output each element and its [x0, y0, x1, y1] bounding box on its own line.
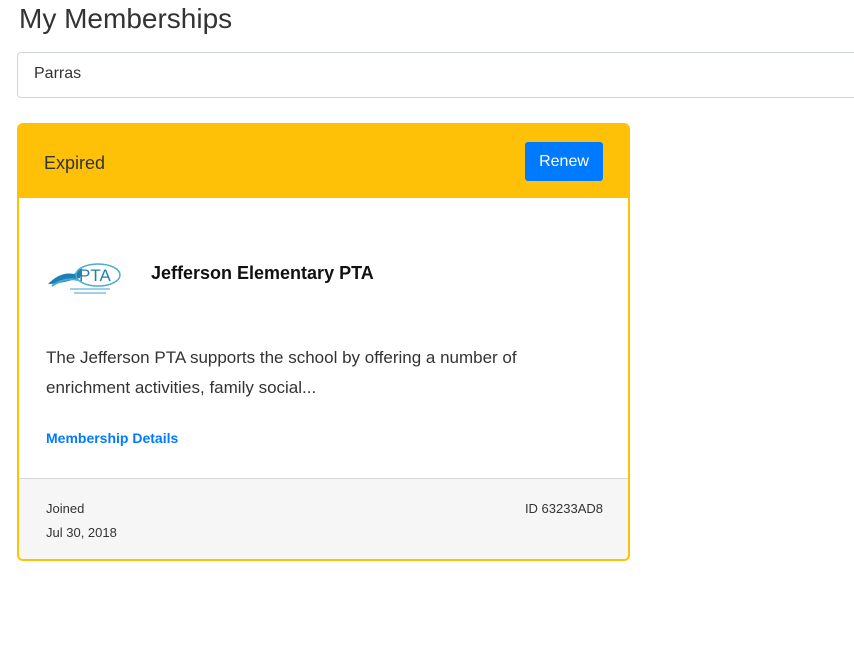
org-name: Jefferson Elementary PTA	[151, 263, 374, 283]
membership-filter-select[interactable]: Parras	[17, 52, 854, 98]
membership-card: Expired Renew PTA Jefferson Elementary P…	[17, 123, 630, 561]
pta-logo-icon: PTA	[46, 250, 128, 300]
filter-selected-value: Parras	[34, 65, 82, 82]
status-badge: Expired	[44, 153, 106, 173]
member-id: ID 63233AD8	[524, 501, 603, 516]
page: My Memberships Parras Expired Renew PTA …	[0, 0, 854, 654]
joined-label: Joined	[46, 501, 85, 516]
card-header: Expired Renew	[19, 125, 628, 198]
renew-button[interactable]: Renew	[525, 142, 603, 181]
card-footer: Joined Jul 30, 2018 ID 63233AD8	[19, 478, 628, 559]
logo-text: PTA	[79, 266, 111, 285]
joined-date: Jul 30, 2018	[46, 525, 117, 540]
org-description: The Jefferson PTA supports the school by…	[46, 348, 517, 397]
membership-details-link[interactable]: Membership Details	[46, 430, 178, 446]
page-title: My Memberships	[19, 3, 233, 34]
